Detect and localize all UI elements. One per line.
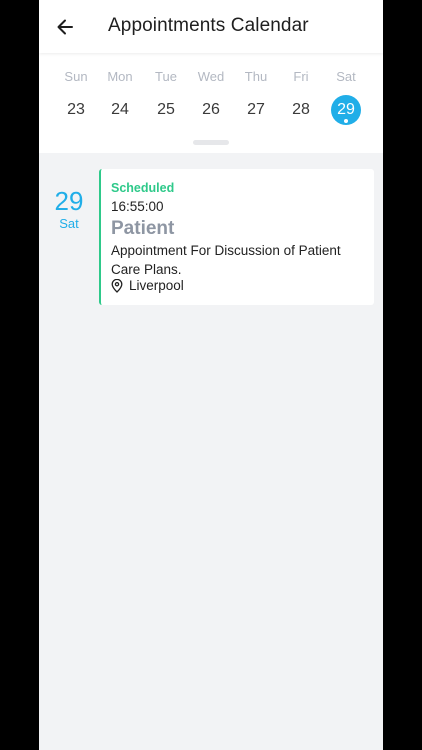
day-of-week-label: Mon (107, 69, 133, 84)
day-number: 26 (202, 101, 220, 118)
day-sat-selected[interactable]: Sat 29 (324, 53, 368, 133)
day-fri[interactable]: Fri 28 (279, 53, 323, 133)
map-pin-icon (111, 278, 123, 293)
appointment-date-number: 29 (54, 186, 84, 216)
day-thu[interactable]: Thu 27 (234, 53, 278, 133)
appointment-date: 29 Sat (49, 186, 89, 232)
appointment-card[interactable]: Scheduled 16:55:00 Patient Appointment F… (99, 169, 374, 305)
appointment-time: 16:55:00 (111, 199, 164, 214)
day-mon[interactable]: Mon 24 (98, 53, 142, 133)
location-label: Liverpool (129, 278, 184, 293)
day-of-week-label: Tue (155, 69, 177, 84)
day-of-week-label: Fri (293, 69, 309, 84)
day-of-week-label: Sun (64, 69, 88, 84)
day-of-week-label: Wed (197, 69, 225, 84)
app-bar: Appointments Calendar (39, 0, 383, 53)
page-title: Appointments Calendar (108, 15, 309, 36)
drag-handle[interactable] (193, 140, 229, 145)
status-badge: Scheduled (111, 181, 175, 195)
day-wed[interactable]: Wed 26 (189, 53, 233, 133)
appointment-type: Patient (111, 218, 175, 239)
day-of-week-label: Sat (336, 69, 356, 84)
week-strip: Sun 23 Mon 24 Tue 25 Wed 26 Thu 27 Fri 2… (39, 53, 383, 153)
day-number: 28 (292, 101, 310, 118)
appointment-date-weekday: Sat (59, 216, 79, 231)
day-sun[interactable]: Sun 23 (54, 53, 98, 133)
event-indicator-dot (344, 119, 348, 123)
day-number: 23 (67, 101, 85, 118)
day-number: 24 (111, 101, 129, 118)
appointment-description: Appointment For Discussion of Patient Ca… (111, 243, 341, 277)
back-button[interactable] (49, 11, 81, 43)
appointment-location: Liverpool (111, 278, 184, 293)
arrow-left-icon (57, 19, 73, 35)
day-number: 27 (247, 101, 265, 118)
day-of-week-label: Thu (244, 69, 268, 84)
day-number: 25 (157, 101, 175, 118)
day-tue[interactable]: Tue 25 (144, 53, 188, 133)
app-screen: Appointments Calendar Sun 23 Mon 24 Tue … (39, 0, 383, 750)
